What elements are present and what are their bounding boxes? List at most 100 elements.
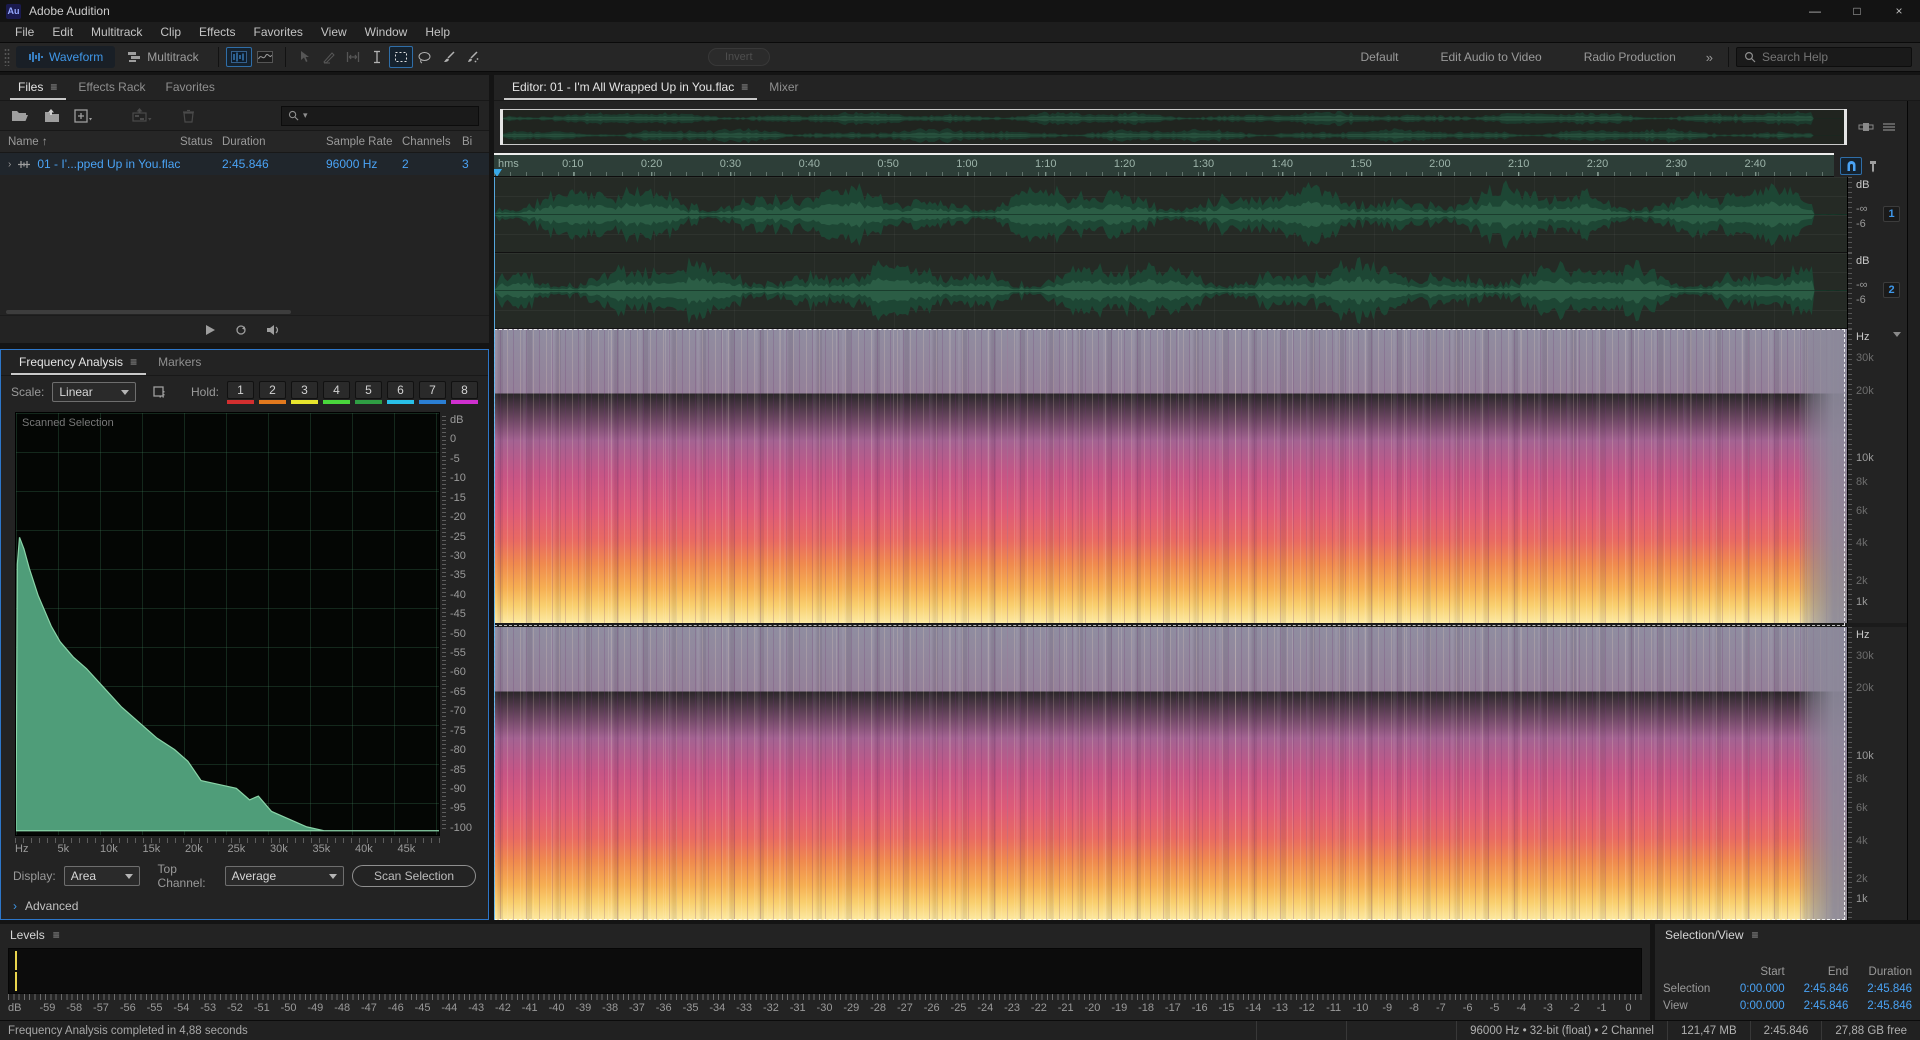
hold-button-3[interactable]: 3 [291, 380, 318, 404]
spectral-view-toggle[interactable] [252, 47, 278, 67]
tab-frequency-analysis[interactable]: Frequency Analysis ≡ [11, 350, 147, 375]
marquee-selection-tool[interactable] [388, 46, 413, 68]
menu-view[interactable]: View [312, 23, 356, 41]
hold-button-5[interactable]: 5 [355, 380, 382, 404]
panel-menu-icon[interactable]: ≡ [53, 928, 61, 942]
timeline-ruler[interactable]: hms 0:10 0:20 0:30 0:40 0:50 1:00 1:10 1:20 1:30… [494, 155, 1834, 177]
column-header-name[interactable]: Name ↑ [0, 136, 180, 148]
workspace-overflow-button[interactable]: » [1706, 50, 1713, 65]
time-selection-tool[interactable] [365, 46, 389, 68]
tab-effects-rack[interactable]: Effects Rack [70, 75, 153, 100]
editor-vertical-scrollbar[interactable] [1907, 101, 1920, 920]
channel-button-1[interactable]: 1 [1883, 205, 1900, 222]
view-end-value[interactable]: 2:45.846 [1785, 1000, 1849, 1012]
invert-button[interactable]: Invert [708, 48, 770, 66]
tab-editor[interactable]: Editor: 01 - I'm All Wrapped Up in You.f… [504, 75, 758, 100]
scale-dropdown[interactable]: Linear [52, 382, 136, 402]
channel-button-2[interactable]: 2 [1883, 281, 1900, 298]
hold-button-7[interactable]: 7 [419, 380, 446, 404]
play-icon[interactable] [205, 324, 216, 336]
levels-tick-label: -17 [1164, 1002, 1181, 1014]
panel-menu-icon[interactable]: ≡ [50, 80, 58, 94]
top-channel-dropdown[interactable]: Average [224, 866, 344, 886]
panel-menu-icon[interactable]: ≡ [741, 80, 749, 94]
files-search-box[interactable]: ▾ [281, 105, 479, 126]
search-help-box[interactable] [1736, 47, 1912, 67]
waveform-view-toggle[interactable] [225, 47, 252, 67]
selection-end-value[interactable]: 2:45.846 [1785, 983, 1849, 995]
display-label: Display: [13, 869, 56, 883]
selection-start-value[interactable]: 0:00.000 [1721, 983, 1785, 995]
menu-file[interactable]: File [6, 23, 43, 41]
expander-icon[interactable]: › [8, 159, 11, 170]
column-header-duration[interactable]: Duration [222, 136, 326, 148]
workspace-edit-audio-to-video[interactable]: Edit Audio to Video [1441, 50, 1542, 64]
new-file-icon[interactable] [74, 107, 94, 125]
scan-selection-button[interactable]: Scan Selection [351, 865, 476, 887]
slip-tool[interactable] [341, 46, 365, 68]
marker-pin-icon[interactable] [1868, 160, 1878, 173]
zoom-range-icon[interactable] [1858, 121, 1874, 133]
menu-favorites[interactable]: Favorites [245, 23, 312, 41]
frequency-graph[interactable]: Scanned Selection [15, 412, 440, 836]
spot-healing-brush-tool[interactable] [461, 46, 485, 68]
column-header-bi[interactable]: Bi [462, 136, 489, 148]
panel-menu-icon[interactable]: ≡ [1752, 928, 1760, 942]
menu-effects[interactable]: Effects [190, 23, 244, 41]
toolbar-grip[interactable] [4, 48, 10, 66]
loop-playback-icon[interactable] [234, 324, 248, 336]
auto-play-speaker-icon[interactable] [266, 324, 281, 336]
paintbrush-selection-tool[interactable] [437, 46, 461, 68]
tab-favorites[interactable]: Favorites [158, 75, 223, 100]
level-meter[interactable] [8, 948, 1642, 994]
waveform-channel-2[interactable]: dB -∞ -6 2 [494, 253, 1907, 329]
menu-window[interactable]: Window [356, 23, 417, 41]
view-duration-value[interactable]: 2:45.846 [1848, 1000, 1912, 1012]
waveform-overview[interactable] [500, 109, 1847, 145]
hold-button-6[interactable]: 6 [387, 380, 414, 404]
column-header-sample-rate[interactable]: Sample Rate [326, 136, 402, 148]
column-header-channels[interactable]: Channels [402, 136, 462, 148]
hold-button-1[interactable]: 1 [227, 380, 254, 404]
razor-tool[interactable] [317, 46, 341, 68]
hold-button-8[interactable]: 8 [451, 380, 478, 404]
tab-files[interactable]: Files ≡ [10, 75, 67, 100]
copy-graph-icon[interactable] [152, 385, 167, 399]
workspace-default[interactable]: Default [1360, 50, 1398, 64]
menu-clip[interactable]: Clip [151, 23, 190, 41]
view-start-value[interactable]: 0:00.000 [1721, 1000, 1785, 1012]
playhead-marker[interactable] [494, 169, 502, 176]
hold-button-2[interactable]: 2 [259, 380, 286, 404]
selection-duration-value[interactable]: 2:45.846 [1848, 983, 1912, 995]
hold-color-swatch [259, 399, 286, 404]
menu-help[interactable]: Help [416, 23, 459, 41]
panel-menu-icon[interactable]: ≡ [130, 355, 138, 369]
tab-mixer[interactable]: Mixer [761, 75, 806, 100]
multitrack-mode-button[interactable]: Multitrack [115, 46, 210, 68]
menu-edit[interactable]: Edit [43, 23, 82, 41]
column-header-status[interactable]: Status [180, 136, 222, 148]
hold-button-4[interactable]: 4 [323, 380, 350, 404]
spectral-channel-2[interactable]: Hz 30k 20k 10k 8k 6k 4k 2k 1k [494, 626, 1907, 920]
file-row[interactable]: › 01 - I'...pped Up in You.flac 2:45.846… [0, 153, 489, 175]
spectral-channel-1[interactable]: Hz 30k 20k 10k 8k 6k 4k 2k 1k [494, 329, 1907, 623]
workspace-radio-production[interactable]: Radio Production [1584, 50, 1676, 64]
open-file-icon[interactable] [10, 107, 30, 125]
import-file-icon[interactable] [42, 107, 62, 125]
snapping-magnet-icon[interactable] [1840, 157, 1862, 175]
lasso-selection-tool[interactable] [413, 46, 437, 68]
overview-settings-icon[interactable] [1882, 121, 1896, 133]
minimize-button[interactable]: — [1794, 0, 1836, 22]
maximize-button[interactable]: □ [1836, 0, 1878, 22]
waveform-channel-1[interactable]: dB -∞ -6 1 [494, 177, 1907, 253]
files-horizontal-scrollbar[interactable] [4, 308, 485, 315]
menu-multitrack[interactable]: Multitrack [82, 23, 151, 41]
display-dropdown[interactable]: Area [63, 866, 140, 886]
tab-markers[interactable]: Markers [150, 350, 209, 375]
move-tool[interactable] [293, 46, 317, 68]
scale-menu-caret-icon[interactable] [1893, 332, 1901, 337]
waveform-mode-button[interactable]: Waveform [16, 46, 116, 68]
close-button[interactable]: × [1878, 0, 1920, 22]
search-help-input[interactable] [1762, 50, 1882, 64]
advanced-expander-icon[interactable]: › [13, 899, 17, 913]
